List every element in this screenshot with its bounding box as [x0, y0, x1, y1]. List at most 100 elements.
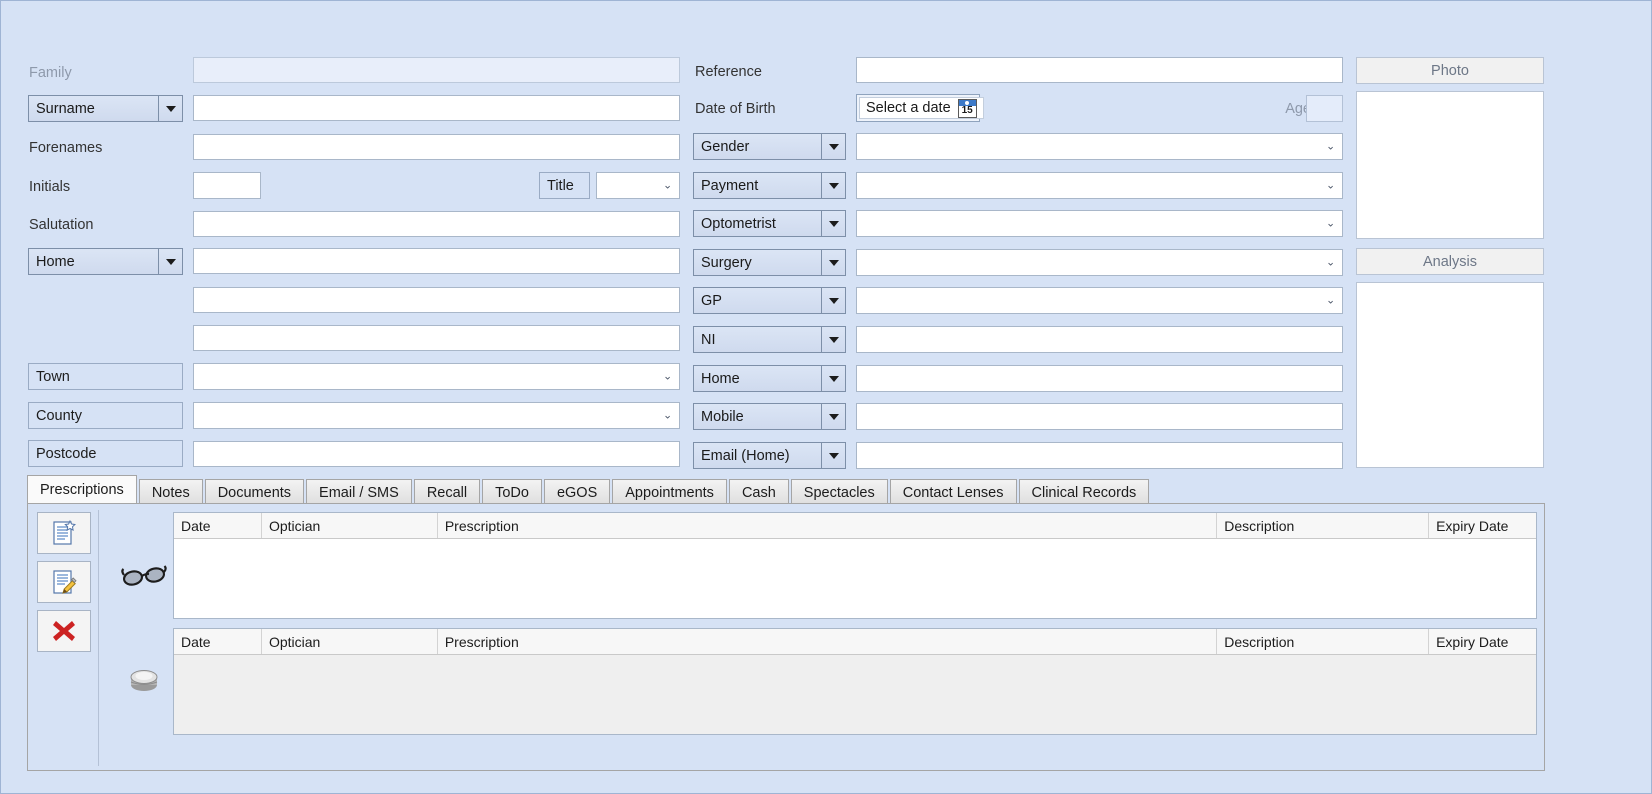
column-header-optician[interactable]: Optician [262, 629, 438, 654]
tab-clinical-records[interactable]: Clinical Records [1018, 479, 1150, 505]
home-input[interactable] [856, 365, 1343, 392]
age-label: Age [1285, 101, 1311, 117]
edit-prescription-button[interactable] [37, 561, 91, 603]
optometrist-select[interactable]: ⌄ [856, 210, 1343, 237]
tab-todo[interactable]: ToDo [482, 479, 542, 505]
gender-type-label: Gender [694, 134, 821, 159]
chevron-down-icon [821, 366, 845, 391]
surgery-type-dropdown[interactable]: Surgery [693, 249, 846, 276]
county-label: County [28, 402, 183, 429]
column-header-date[interactable]: Date [174, 629, 262, 654]
email-home-input[interactable] [856, 442, 1343, 469]
ni-type-dropdown[interactable]: NI [693, 326, 846, 353]
analysis-panel-body[interactable] [1356, 282, 1544, 468]
home-type-label: Home [694, 366, 821, 391]
title-label: Title [539, 172, 590, 199]
address-line1-input[interactable] [193, 248, 680, 274]
payment-type-dropdown[interactable]: Payment [693, 172, 846, 199]
column-header-description[interactable]: Description [1217, 629, 1430, 654]
edit-document-icon [53, 570, 77, 594]
column-header-optician[interactable]: Optician [262, 513, 438, 538]
column-header-prescription[interactable]: Prescription [438, 513, 1218, 538]
surname-type-dropdown[interactable]: Surname [28, 95, 183, 122]
delete-prescription-button[interactable] [37, 610, 91, 652]
tab-spectacles[interactable]: Spectacles [790, 479, 888, 505]
tab-cash[interactable]: Cash [728, 479, 789, 505]
address-line2-input[interactable] [193, 287, 680, 313]
spectacles-prescriptions-grid[interactable]: Date Optician Prescription Description Expir… [173, 512, 1537, 619]
close-icon [53, 621, 75, 641]
new-prescription-button[interactable] [37, 512, 91, 554]
chevron-down-icon [821, 173, 845, 198]
tab-recall[interactable]: Recall [413, 479, 481, 505]
new-document-icon [53, 519, 76, 545]
gender-select[interactable]: ⌄ [856, 133, 1343, 160]
tab-notes[interactable]: Notes [138, 479, 203, 505]
town-select[interactable]: ⌄ [193, 363, 680, 390]
ni-input[interactable] [856, 326, 1343, 353]
column-header-expiry-date[interactable]: Expiry Date [1429, 629, 1536, 654]
payment-select[interactable]: ⌄ [856, 172, 1343, 199]
gender-type-dropdown[interactable]: Gender [693, 133, 846, 160]
tab-appointments[interactable]: Appointments [612, 479, 727, 505]
gp-select[interactable]: ⌄ [856, 287, 1343, 314]
column-header-prescription[interactable]: Prescription [438, 629, 1218, 654]
mobile-type-dropdown[interactable]: Mobile [693, 403, 846, 430]
grid-body[interactable] [174, 539, 1536, 618]
lens-case-icon [130, 670, 158, 691]
prescriptions-tab-panel: Date Optician Prescription Description Expir… [27, 503, 1545, 771]
family-field [193, 57, 680, 83]
gp-type-label: GP [694, 288, 821, 313]
optometrist-type-dropdown[interactable]: Optometrist [693, 210, 846, 237]
tab-strip: Prescriptions Notes Documents Email / SMS Re… [27, 475, 1151, 505]
county-select[interactable]: ⌄ [193, 402, 680, 429]
ni-type-label: NI [694, 327, 821, 352]
title-select[interactable]: ⌄ [596, 172, 680, 199]
contact-lens-prescriptions-grid[interactable]: Date Optician Prescription Description Expir… [173, 628, 1537, 735]
initials-input[interactable] [193, 172, 261, 199]
column-header-date[interactable]: Date [174, 513, 262, 538]
tab-egos[interactable]: eGOS [543, 479, 611, 505]
chevron-down-icon [821, 443, 845, 468]
payment-type-label: Payment [694, 173, 821, 198]
photo-panel-body[interactable] [1356, 91, 1544, 239]
chevron-down-icon [821, 250, 845, 275]
email-home-type-dropdown[interactable]: Email (Home) [693, 442, 846, 469]
contact-lens-icon [113, 660, 175, 700]
forenames-label: Forenames [29, 140, 103, 156]
gp-type-dropdown[interactable]: GP [693, 287, 846, 314]
toolbar-divider [98, 510, 99, 766]
reference-input[interactable] [856, 57, 1343, 83]
surgery-type-label: Surgery [694, 250, 821, 275]
address-type-label: Home [29, 249, 158, 274]
chevron-down-icon: ⌄ [663, 409, 673, 421]
surname-type-label: Surname [29, 96, 158, 121]
postcode-input[interactable] [193, 441, 680, 467]
address-type-dropdown[interactable]: Home [28, 248, 183, 275]
calendar-icon-dot [965, 100, 970, 105]
postcode-label: Postcode [28, 440, 183, 467]
tab-contact-lenses[interactable]: Contact Lenses [889, 479, 1017, 505]
column-header-description[interactable]: Description [1217, 513, 1430, 538]
date-picker-text: Select a date [866, 100, 951, 116]
chevron-down-icon: ⌄ [1326, 256, 1336, 268]
chevron-down-icon: ⌄ [663, 370, 673, 382]
column-header-expiry-date[interactable]: Expiry Date [1429, 513, 1536, 538]
tab-prescriptions[interactable]: Prescriptions [27, 475, 137, 503]
home-type-dropdown[interactable]: Home [693, 365, 846, 392]
surgery-select[interactable]: ⌄ [856, 249, 1343, 276]
mobile-input[interactable] [856, 403, 1343, 430]
date-of-birth-picker[interactable]: Select a date 15 [856, 94, 984, 122]
tab-documents[interactable]: Documents [204, 479, 305, 505]
address-line3-input[interactable] [193, 325, 680, 351]
chevron-down-icon [158, 96, 182, 121]
grid-body[interactable] [174, 655, 1536, 734]
forenames-input[interactable] [193, 134, 680, 160]
tab-email-sms[interactable]: Email / SMS [306, 479, 412, 505]
surname-input[interactable] [193, 95, 680, 121]
chevron-down-icon: ⌄ [1326, 140, 1336, 152]
salutation-label: Salutation [29, 217, 94, 233]
salutation-input[interactable] [193, 211, 680, 237]
spectacles-icon [113, 556, 175, 596]
mobile-type-label: Mobile [694, 404, 821, 429]
